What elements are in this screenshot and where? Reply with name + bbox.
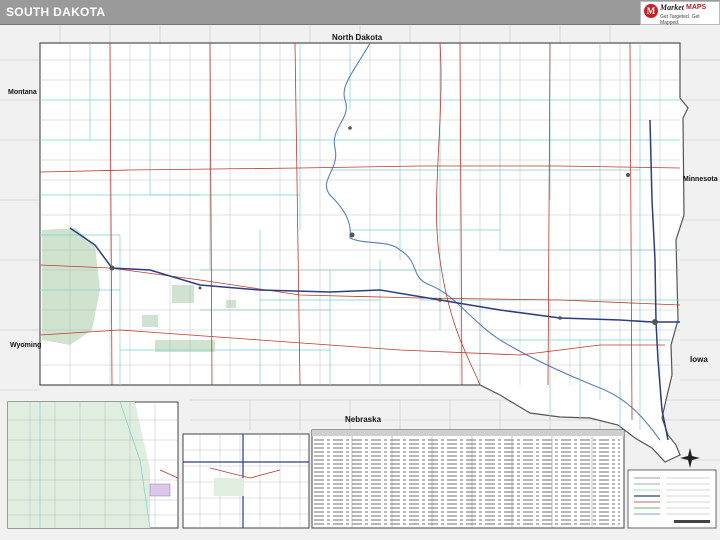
label-nebraska: Nebraska bbox=[345, 415, 382, 424]
label-north-dakota: North Dakota bbox=[332, 33, 383, 42]
city-index-table bbox=[311, 429, 625, 529]
title-bar: SOUTH DAKOTA M Market MAPS Get Targeted.… bbox=[0, 0, 720, 26]
map-canvas[interactable] bbox=[0, 25, 720, 540]
market-maps-logo: M Market MAPS Get Targeted. Get Mapped. bbox=[640, 1, 720, 26]
inset-sioux-falls bbox=[182, 433, 310, 529]
logo-line1: Market bbox=[660, 3, 684, 12]
label-wyoming: Wyoming bbox=[10, 342, 42, 349]
inset-rapid-city bbox=[7, 401, 179, 529]
legend-box bbox=[627, 469, 717, 529]
label-iowa: Iowa bbox=[690, 355, 708, 364]
logo-line2: MAPS bbox=[686, 4, 707, 11]
label-montana: Montana bbox=[8, 89, 37, 96]
map-title: SOUTH DAKOTA bbox=[6, 5, 106, 19]
label-minnesota: Minnesota bbox=[683, 176, 718, 183]
logo-mark-icon: M bbox=[644, 4, 658, 18]
